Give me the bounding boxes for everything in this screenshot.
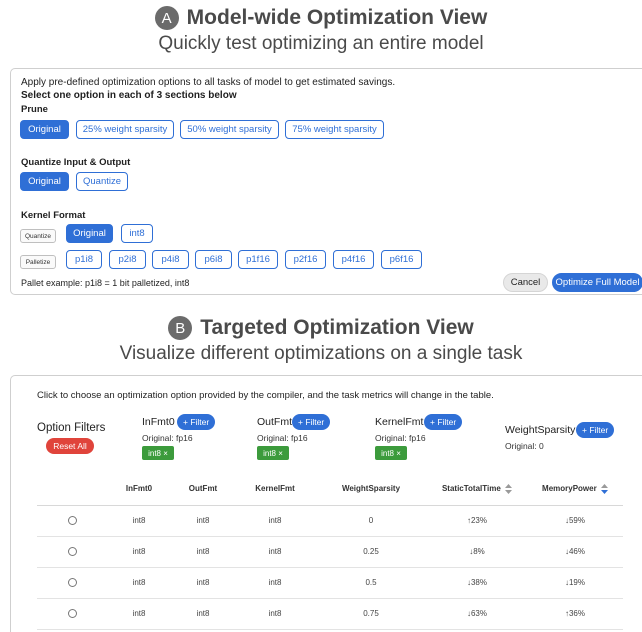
sort-icon[interactable] (600, 483, 608, 494)
cell-memorypower: ↓59% (527, 505, 623, 537)
kernel-palletize-tag: Palletize (20, 255, 56, 269)
optimization-table: InFmt0 OutFmt KernelFmt WeightSparsity S… (37, 473, 623, 630)
filter-kernelfmt-label: KernelFmt (375, 416, 424, 428)
col-weightsparsity: WeightSparsity (315, 473, 427, 506)
table-row[interactable]: int8 int8 int8 0.5 ↓38% ↓19% (37, 567, 623, 599)
table-header-row: InFmt0 OutFmt KernelFmt WeightSparsity S… (37, 473, 623, 506)
filter-infmt0-label: InFmt0 (142, 416, 175, 428)
cell-outfmt: int8 (171, 598, 235, 630)
col-select (37, 473, 107, 506)
cell-statictotaltime: ↓63% (427, 598, 527, 630)
model-wide-instruction: Select one option in each of 3 sections … (21, 90, 237, 101)
pallet-example-note: Pallet example: p1i8 = 1 bit palletized,… (21, 278, 190, 288)
palletize-option-p1i8[interactable]: p1i8 (66, 250, 102, 269)
row-radio[interactable] (67, 547, 77, 557)
quantize-io-option-original[interactable]: Original (20, 172, 69, 191)
model-wide-panel: Apply pre-defined optimization options t… (10, 68, 642, 295)
cell-infmt0: int8 (107, 505, 171, 537)
prune-label: Prune (21, 104, 48, 115)
model-wide-intro: Apply pre-defined optimization options t… (21, 77, 396, 88)
section-a-title: Model-wide Optimization View (186, 6, 488, 29)
filter-kernelfmt-chip[interactable]: int8 × (375, 446, 407, 460)
prune-option-75[interactable]: 75% weight sparsity (285, 120, 384, 139)
filter-infmt0-add-button[interactable]: + Filter (177, 414, 216, 430)
section-b-header: B Targeted Optimization View Visualize d… (0, 316, 642, 365)
cell-statictotaltime: ↓8% (427, 536, 527, 568)
col-statictotaltime[interactable]: StaticTotalTime (427, 473, 527, 506)
filter-weightsparsity-label: WeightSparsity (505, 424, 576, 436)
col-memorypower[interactable]: MemoryPower (527, 473, 623, 506)
cell-weightsparsity: 0.75 (315, 598, 427, 630)
row-radio[interactable] (67, 578, 77, 588)
section-b-title: Targeted Optimization View (200, 316, 474, 339)
cell-statictotaltime: ↑23% (427, 505, 527, 537)
quantize-io-option-quantize[interactable]: Quantize (76, 172, 128, 191)
filter-outfmt-add-button[interactable]: + Filter (292, 414, 331, 430)
table-row[interactable]: int8 int8 int8 0.25 ↓8% ↓46% (37, 536, 623, 568)
filter-infmt0-original: Original: fp16 (142, 433, 193, 443)
sort-icon[interactable] (505, 483, 513, 494)
cell-infmt0: int8 (107, 598, 171, 630)
cell-kernelfmt: int8 (235, 598, 315, 630)
filter-kernelfmt-original: Original: fp16 (375, 433, 426, 443)
section-a-header: A Model-wide Optimization View Quickly t… (0, 6, 642, 55)
cell-memorypower: ↓19% (527, 567, 623, 599)
col-outfmt: OutFmt (171, 473, 235, 506)
prune-option-50[interactable]: 50% weight sparsity (180, 120, 279, 139)
filter-outfmt-original: Original: fp16 (257, 433, 308, 443)
cell-infmt0: int8 (107, 567, 171, 599)
cell-statictotaltime: ↓38% (427, 567, 527, 599)
table-row[interactable]: int8 int8 int8 0.75 ↓63% ↑36% (37, 598, 623, 630)
targeted-panel: Click to choose an optimization option p… (10, 375, 642, 632)
kernel-quantize-option-original[interactable]: Original (66, 224, 113, 243)
section-a-badge: A (154, 6, 179, 30)
cell-kernelfmt: int8 (235, 505, 315, 537)
table-row[interactable]: int8 int8 int8 0 ↑23% ↓59% (37, 505, 623, 537)
prune-option-original[interactable]: Original (20, 120, 69, 139)
kernel-format-label: Kernel Format (21, 210, 86, 221)
palletize-option-p2i8[interactable]: p2i8 (109, 250, 146, 269)
prune-option-25[interactable]: 25% weight sparsity (76, 120, 174, 139)
cell-kernelfmt: int8 (235, 536, 315, 568)
palletize-option-p2f16[interactable]: p2f16 (285, 250, 326, 269)
cell-weightsparsity: 0 (315, 505, 427, 537)
optimize-full-model-button[interactable]: Optimize Full Model (552, 273, 642, 292)
section-b-badge: B (168, 316, 193, 340)
filter-outfmt-chip[interactable]: int8 × (257, 446, 289, 460)
cell-weightsparsity: 0.25 (315, 536, 427, 568)
palletize-option-p6i8[interactable]: p6i8 (195, 250, 232, 269)
cell-outfmt: int8 (171, 536, 235, 568)
col-infmt0: InFmt0 (107, 473, 171, 506)
filter-infmt0-chip[interactable]: int8 × (142, 446, 174, 460)
kernel-quantize-option-int8[interactable]: int8 (121, 224, 153, 243)
row-radio[interactable] (67, 609, 77, 619)
row-radio[interactable] (67, 516, 77, 526)
section-a-subtitle: Quickly test optimizing an entire model (158, 33, 484, 54)
filter-kernelfmt-add-button[interactable]: + Filter (424, 414, 463, 430)
targeted-intro: Click to choose an optimization option p… (37, 390, 494, 401)
quantize-io-label: Quantize Input & Output (21, 157, 131, 168)
cell-kernelfmt: int8 (235, 567, 315, 599)
cell-memorypower: ↑36% (527, 598, 623, 630)
cell-outfmt: int8 (171, 505, 235, 537)
cell-weightsparsity: 0.5 (315, 567, 427, 599)
palletize-option-p4f16[interactable]: p4f16 (333, 250, 374, 269)
cell-outfmt: int8 (171, 567, 235, 599)
palletize-option-p6f16[interactable]: p6f16 (381, 250, 422, 269)
filter-weightsparsity-add-button[interactable]: + Filter (576, 422, 615, 438)
filter-weightsparsity-original: Original: 0 (505, 441, 544, 451)
filter-outfmt-label: OutFmt (257, 416, 293, 428)
palletize-option-p4i8[interactable]: p4i8 (152, 250, 189, 269)
cell-infmt0: int8 (107, 536, 171, 568)
col-kernelfmt: KernelFmt (235, 473, 315, 506)
section-b-subtitle: Visualize different optimizations on a s… (119, 343, 523, 364)
cancel-button[interactable]: Cancel (503, 273, 548, 292)
cell-memorypower: ↓46% (527, 536, 623, 568)
option-filters-label: Option Filters (37, 422, 106, 434)
kernel-quantize-tag: Quantize (20, 229, 56, 243)
palletize-option-p1f16[interactable]: p1f16 (238, 250, 278, 269)
reset-all-button[interactable]: Reset All (46, 438, 94, 454)
